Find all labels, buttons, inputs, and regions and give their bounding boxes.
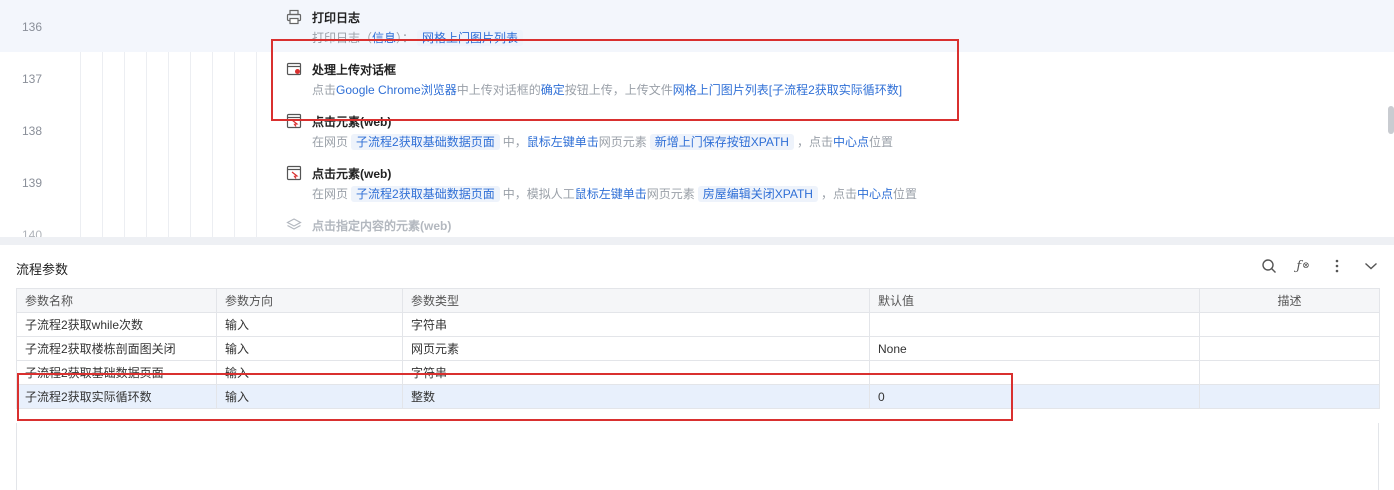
- desc-text: ，点击: [796, 135, 833, 149]
- desc-text: 点击: [312, 83, 337, 97]
- variable-chip[interactable]: 网格上门图片列表: [417, 30, 524, 46]
- table-row[interactable]: 子流程2获取楼栋剖面图关闭 输入 网页元素 None: [16, 336, 1380, 361]
- param-name[interactable]: 子流程2获取基础数据页面: [16, 360, 217, 385]
- function-glyph: ƒ: [1296, 258, 1302, 274]
- desc-text: 位置: [893, 187, 918, 201]
- desc-text: ）：: [396, 31, 415, 45]
- confirm-keyword[interactable]: 确定: [541, 83, 565, 97]
- page-variable-chip[interactable]: 子流程2获取基础数据页面: [351, 134, 500, 150]
- click-point[interactable]: 中心点: [857, 187, 893, 201]
- desc-text: 位置: [869, 135, 894, 149]
- table-border: [16, 423, 17, 490]
- param-direction[interactable]: 输入: [216, 312, 403, 337]
- browser-link[interactable]: Google Chrome浏览器: [336, 83, 457, 97]
- param-desc[interactable]: [1199, 312, 1380, 337]
- mouse-action[interactable]: 鼠标左键单击: [527, 135, 599, 149]
- step-description: 点击Google Chrome浏览器中上传对话框的确定按钮上传，上传文件网格上门…: [312, 81, 902, 98]
- param-name[interactable]: 子流程2获取while次数: [16, 312, 217, 337]
- param-desc[interactable]: [1199, 360, 1380, 385]
- desc-text: 在网页: [312, 187, 349, 201]
- step-title: 打印日志: [312, 11, 361, 25]
- desc-text: 网页元素: [598, 135, 647, 149]
- panel-divider[interactable]: [0, 237, 1394, 245]
- column-header[interactable]: 参数方向: [216, 288, 403, 313]
- desc-text: 按钮上传，上传文件: [564, 83, 673, 97]
- table-border: [1378, 423, 1379, 490]
- desc-text: 中上传对话框的: [456, 83, 541, 97]
- mouse-action[interactable]: 鼠标左键单击: [575, 187, 647, 201]
- step-description: 打印日志（信息）： 网格上门图片列表: [312, 29, 526, 46]
- element-chip[interactable]: 房屋编辑关闭XPATH: [697, 186, 818, 202]
- param-type[interactable]: 字符串: [402, 360, 870, 385]
- table-row[interactable]: 子流程2获取基础数据页面 输入 字符串: [16, 360, 1380, 385]
- param-default[interactable]: [869, 312, 1200, 337]
- table-header-row: 参数名称 参数方向 参数类型 默认值 描述: [16, 288, 1380, 313]
- param-direction[interactable]: 输入: [216, 336, 403, 361]
- column-header[interactable]: 参数类型: [402, 288, 870, 313]
- table-row-selected[interactable]: 子流程2获取实际循环数 输入 整数 0: [16, 384, 1380, 409]
- desc-text: 在网页: [312, 135, 349, 149]
- desc-text: 中，: [502, 135, 527, 149]
- click-point[interactable]: 中心点: [833, 135, 869, 149]
- flow-step-row[interactable]: 140 点击指定内容的元素(web): [0, 208, 1394, 237]
- line-number: 137: [21, 72, 42, 86]
- desc-text: ，点击: [820, 187, 857, 201]
- flow-editor[interactable]: 136 打印日志 打印日志（信息）： 网格上门图片列表 137 处理上传对话框 点…: [0, 0, 1394, 237]
- column-header[interactable]: 默认值: [869, 288, 1200, 313]
- line-number: 138: [21, 124, 42, 138]
- vertical-scrollbar[interactable]: [1388, 106, 1394, 134]
- web-click-icon: [286, 113, 302, 129]
- param-name[interactable]: 子流程2获取楼栋剖面图关闭: [16, 336, 217, 361]
- step-title: 点击指定内容的元素(web): [312, 219, 452, 233]
- flow-step-row[interactable]: 138 点击元素(web) 在网页 子流程2获取基础数据页面 中，鼠标左键单击网页元…: [0, 104, 1394, 156]
- element-chip[interactable]: 新增上门保存按钮XPATH: [649, 134, 794, 150]
- params-table: 参数名称 参数方向 参数类型 默认值 描述 子流程2获取while次数 输入 字…: [16, 288, 1380, 409]
- web-click-icon: [286, 165, 302, 181]
- step-description: 在网页 子流程2获取基础数据页面 中，鼠标左键单击网页元素 新增上门保存按钮XPATH…: [312, 133, 893, 150]
- line-number: 136: [21, 20, 42, 34]
- chevron-down-icon[interactable]: [1362, 257, 1380, 275]
- param-type[interactable]: 网页元素: [402, 336, 870, 361]
- desc-text: 打印日志（: [312, 31, 373, 45]
- page-variable-chip[interactable]: 子流程2获取基础数据页面: [351, 186, 500, 202]
- column-header[interactable]: 描述: [1199, 288, 1380, 313]
- flow-params-panel: 流程参数 ƒ ⊗ 参数名称 参数方向 参数类型 默认值 描述 子流程2获取whi…: [0, 245, 1394, 490]
- search-icon[interactable]: [1260, 257, 1278, 275]
- flow-step-row[interactable]: 137 处理上传对话框 点击Google Chrome浏览器中上传对话框的确定按…: [0, 52, 1394, 104]
- log-level[interactable]: 信息: [372, 31, 396, 45]
- line-number: 140: [21, 228, 42, 237]
- flow-step-row[interactable]: 136 打印日志 打印日志（信息）： 网格上门图片列表: [0, 0, 1394, 52]
- param-type[interactable]: 整数: [402, 384, 870, 409]
- more-vertical-icon[interactable]: [1328, 257, 1346, 275]
- param-direction[interactable]: 输入: [216, 384, 403, 409]
- step-title: 点击元素(web): [312, 167, 392, 181]
- param-default[interactable]: 0: [869, 384, 1200, 409]
- file-variable[interactable]: 网格上门图片列表[子流程2获取实际循环数]: [673, 83, 902, 97]
- table-row[interactable]: 子流程2获取while次数 输入 字符串: [16, 312, 1380, 337]
- step-title: 处理上传对话框: [312, 63, 397, 77]
- desc-text: 中，模拟人工: [502, 187, 575, 201]
- param-desc[interactable]: [1199, 384, 1380, 409]
- param-type[interactable]: 字符串: [402, 312, 870, 337]
- param-direction[interactable]: 输入: [216, 360, 403, 385]
- flow-step-row[interactable]: 139 点击元素(web) 在网页 子流程2获取基础数据页面 中，模拟人工鼠标左键单…: [0, 156, 1394, 208]
- column-header[interactable]: 参数名称: [16, 288, 217, 313]
- line-number: 139: [21, 176, 42, 190]
- rpa-editor: 136 打印日志 打印日志（信息）： 网格上门图片列表 137 处理上传对话框 点…: [0, 0, 1394, 490]
- panel-title: 流程参数: [16, 262, 69, 277]
- function-icon[interactable]: ƒ ⊗: [1294, 257, 1312, 275]
- layers-icon: [286, 218, 302, 230]
- step-title: 点击元素(web): [312, 115, 392, 129]
- desc-text: 网页元素: [646, 187, 695, 201]
- param-desc[interactable]: [1199, 336, 1380, 361]
- param-name[interactable]: 子流程2获取实际循环数: [16, 384, 217, 409]
- dialog-upload-icon: [286, 62, 302, 76]
- param-default[interactable]: None: [869, 336, 1200, 361]
- param-default[interactable]: [869, 360, 1200, 385]
- panel-toolbar: ƒ ⊗: [1260, 257, 1380, 275]
- step-description: 在网页 子流程2获取基础数据页面 中，模拟人工鼠标左键单击网页元素 房屋编辑关闭XPA…: [312, 185, 917, 202]
- printer-icon: [286, 9, 302, 25]
